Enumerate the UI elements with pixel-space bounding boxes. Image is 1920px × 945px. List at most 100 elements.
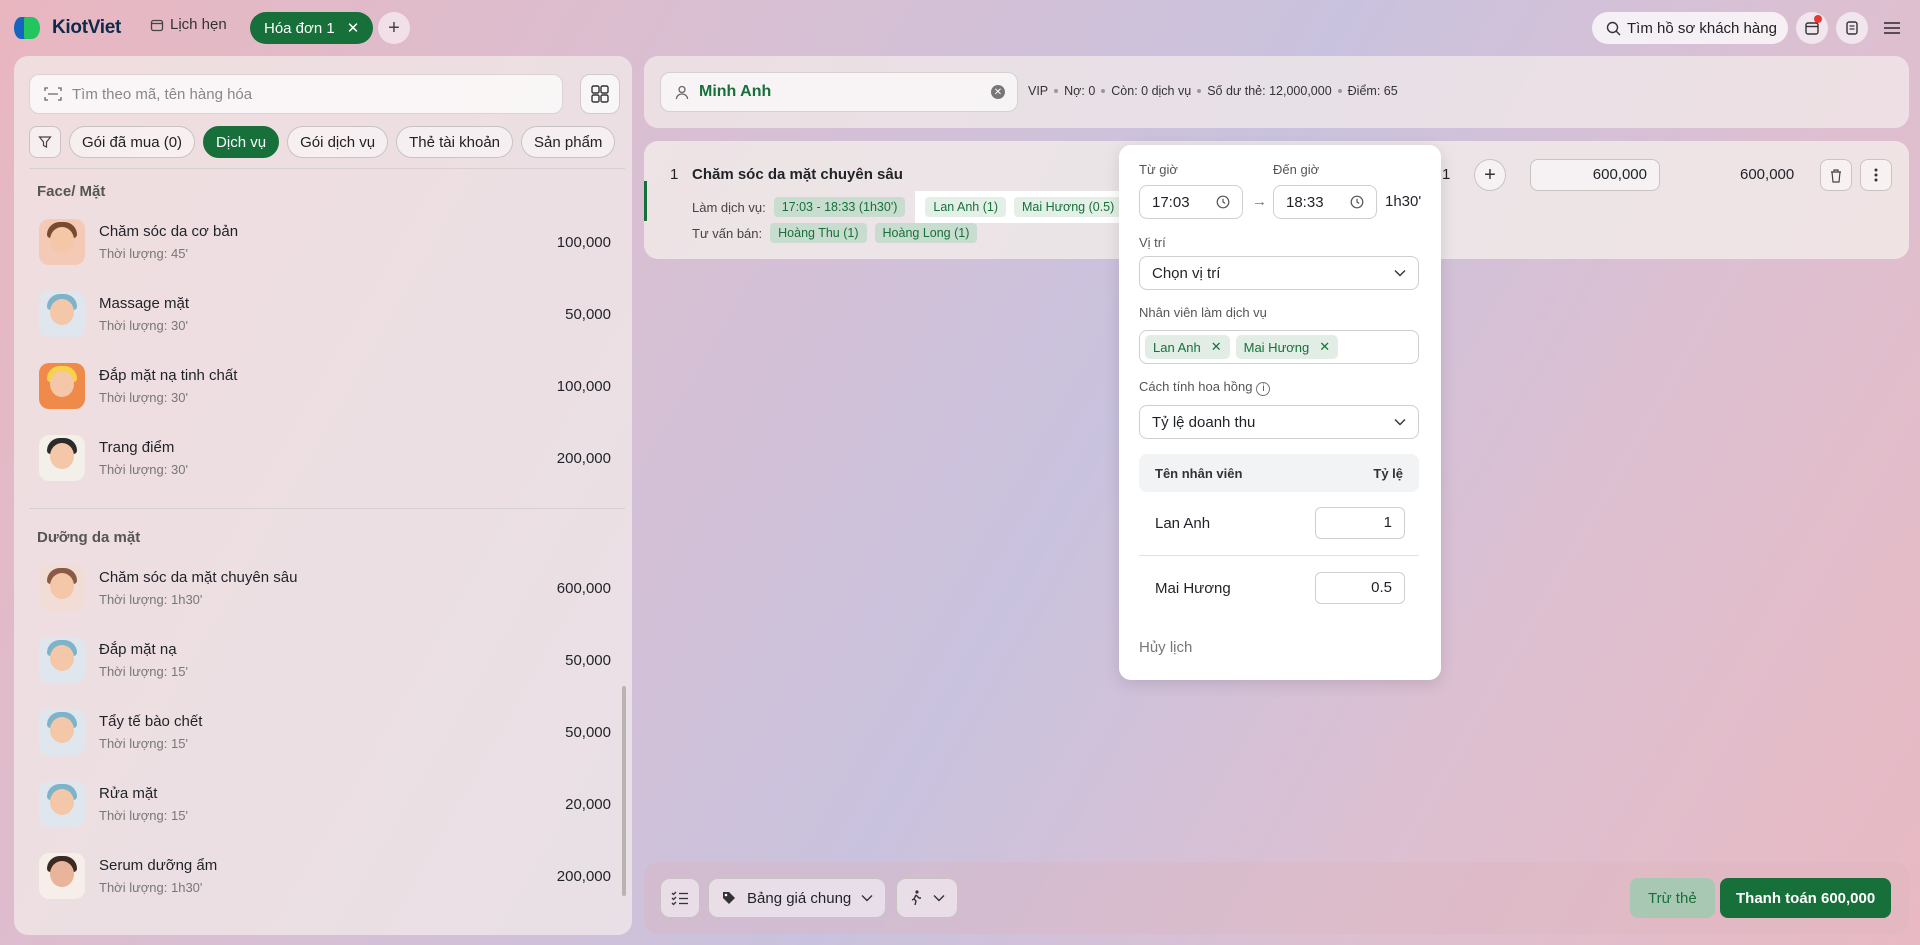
appointments-link[interactable]: Lịch hẹn (150, 16, 227, 33)
document-button[interactable] (1836, 12, 1868, 44)
commission-label: Cách tính hoa hồng (1139, 379, 1253, 394)
item-price: 50,000 (565, 723, 611, 741)
list-item[interactable]: Tẩy tế bào chết Thời lượng: 15' 50,000 (29, 696, 625, 768)
list-scrollbar[interactable] (622, 686, 626, 896)
service-thumbnail (39, 291, 85, 337)
close-tab-icon[interactable]: ✕ (347, 19, 360, 37)
customer-search-button[interactable]: Tìm hồ sơ khách hàng (1592, 12, 1788, 44)
brand-logo[interactable]: KiotViet (12, 14, 121, 42)
product-panel: Tìm theo mã, tên hàng hóa Gói đã mua (0)… (14, 56, 632, 935)
list-item[interactable]: Massage mặt Thời lượng: 30' 50,000 (29, 278, 625, 350)
cancel-schedule-link[interactable]: Hủy lịch (1139, 639, 1192, 656)
remove-chip-icon[interactable]: ✕ (1211, 339, 1222, 355)
product-search-placeholder: Tìm theo mã, tên hàng hóa (72, 85, 253, 103)
grid-view-button[interactable] (580, 74, 620, 114)
ratio-input[interactable]: 1 (1315, 507, 1405, 539)
row-staff-name: Mai Hương (1155, 579, 1231, 597)
item-price: 200,000 (556, 449, 611, 467)
separator-dot (1337, 89, 1342, 93)
table-row: Mai Hương 0.5 (1139, 564, 1419, 612)
product-search-input[interactable]: Tìm theo mã, tên hàng hóa (29, 74, 563, 114)
service-schedule-popover: Từ giờ Đến giờ 17:03 → 18:33 1h30' Vị tr… (1119, 145, 1441, 680)
item-duration: Thời lượng: 15' (99, 808, 188, 823)
top-bar: KiotViet Lịch hẹn Hóa đơn 1 ✕ + Tìm hồ s… (0, 0, 1920, 56)
price-tag-icon (723, 892, 735, 904)
chip-service-packages[interactable]: Gói dịch vụ (287, 126, 389, 158)
checklist-button[interactable] (660, 878, 700, 918)
chip-services[interactable]: Dịch vụ (203, 126, 280, 158)
deduct-card-button[interactable]: Trừ thẻ (1630, 878, 1715, 918)
chevron-down-icon (1394, 270, 1406, 277)
line-total: 600,000 (1740, 166, 1795, 183)
staff-tags-highlight: Lan Anh (1) Mai Hương (0.5) (915, 191, 1133, 223)
item-duration: Thời lượng: 30' (99, 462, 188, 477)
pay-button[interactable]: Thanh toán 600,000 (1720, 878, 1892, 918)
hamburger-menu-icon (1884, 22, 1900, 34)
grid-icon (591, 85, 609, 103)
chevron-down-icon (933, 895, 945, 902)
list-item[interactable]: Serum dưỡng ẩm Thời lượng: 1h30' 200,000 (29, 840, 625, 912)
chip-purchased-packages[interactable]: Gói đã mua (0) (69, 126, 196, 158)
tab-invoice-1[interactable]: Hóa đơn 1 ✕ (250, 12, 374, 44)
advisor-tag[interactable]: Hoàng Long (1) (874, 223, 978, 243)
list-item[interactable]: Trang điểm Thời lượng: 30' 200,000 (29, 422, 625, 494)
item-name: Rửa mặt (99, 785, 158, 802)
chip-account-cards[interactable]: Thẻ tài khoản (396, 126, 514, 158)
service-thumbnail (39, 637, 85, 683)
item-price: 200,000 (556, 867, 611, 885)
notification-dot (1814, 15, 1822, 23)
filter-button[interactable] (29, 126, 61, 158)
remove-chip-icon[interactable]: ✕ (1319, 339, 1330, 355)
time-tag[interactable]: 17:03 - 18:33 (1h30') (773, 197, 906, 217)
list-item[interactable]: Đắp mặt nạ Thời lượng: 15' 50,000 (29, 624, 625, 696)
increase-quantity-button[interactable]: + (1474, 159, 1506, 191)
to-time-input[interactable]: 18:33 (1273, 185, 1377, 219)
advisor-tag[interactable]: Hoàng Thu (1) (770, 223, 867, 243)
more-options-button[interactable] (1860, 159, 1892, 191)
customer-tier: VIP (1028, 84, 1049, 98)
ratio-input[interactable]: 0.5 (1315, 572, 1405, 604)
item-duration: Thời lượng: 15' (99, 736, 188, 751)
list-item[interactable]: Chăm sóc da cơ bản Thời lượng: 45' 100,00… (29, 206, 625, 278)
delete-line-button[interactable] (1820, 159, 1852, 191)
from-time-input[interactable]: 17:03 (1139, 185, 1243, 219)
item-price: 20,000 (565, 795, 611, 813)
separator-dot (1197, 89, 1202, 93)
staff-chip[interactable]: Lan Anh ✕ (1145, 335, 1230, 359)
customer-bar: Minh Anh ✕ VIP Nợ: 0 Còn: 0 dịch vụ Số d… (644, 56, 1909, 128)
section-title: Dưỡng da mặt (37, 529, 141, 546)
line-service-name[interactable]: Chăm sóc da mặt chuyên sâu (692, 166, 903, 183)
line-quantity: 1 (1442, 166, 1451, 183)
chip-products[interactable]: Sản phẩm (521, 126, 616, 158)
list-item[interactable]: Chăm sóc da mặt chuyên sâu Thời lượng: 1h… (29, 552, 625, 624)
info-icon[interactable]: i (1256, 381, 1271, 396)
commission-select[interactable]: Tỷ lệ doanh thu (1139, 405, 1419, 439)
clear-customer-icon[interactable]: ✕ (991, 85, 1005, 99)
walk-in-select[interactable] (896, 878, 958, 918)
customer-field[interactable]: Minh Anh ✕ (660, 72, 1018, 112)
location-label: Vị trí (1139, 235, 1166, 250)
to-time-label: Đến giờ (1273, 162, 1320, 177)
list-item[interactable]: Rửa mặt Thời lượng: 15' 20,000 (29, 768, 625, 840)
menu-button[interactable] (1876, 12, 1908, 44)
unit-price-input[interactable]: 600,000 (1530, 159, 1660, 191)
location-select[interactable]: Chọn vị trí (1139, 256, 1419, 290)
staff-tag[interactable]: Lan Anh (1) (925, 197, 1007, 217)
user-icon (675, 85, 689, 99)
category-filters: Gói đã mua (0) Dịch vụ Gói dịch vụ Thẻ t… (29, 126, 616, 158)
staff-label: Nhân viên làm dịch vụ (1139, 305, 1267, 320)
list-item[interactable]: Đắp mặt nạ tinh chất Thời lượng: 30' 100,… (29, 350, 625, 422)
staff-multiselect[interactable]: Lan Anh ✕ Mai Hương ✕ (1139, 330, 1419, 364)
add-tab-button[interactable]: + (378, 12, 410, 44)
item-name: Tẩy tế bào chết (99, 713, 203, 730)
duration-text: 1h30' (1385, 193, 1422, 210)
staff-tag[interactable]: Mai Hương (0.5) (1014, 197, 1123, 217)
calendar-notification-button[interactable] (1796, 12, 1828, 44)
service-thumbnail (39, 853, 85, 899)
service-label: Làm dịch vụ: (692, 199, 766, 215)
section-title: Face/ Mặt (37, 183, 106, 200)
staff-chip[interactable]: Mai Hương ✕ (1235, 335, 1339, 359)
price-list-select[interactable]: Bảng giá chung (708, 878, 887, 918)
customer-name[interactable]: Minh Anh (699, 83, 981, 101)
chevron-down-icon (861, 895, 873, 902)
